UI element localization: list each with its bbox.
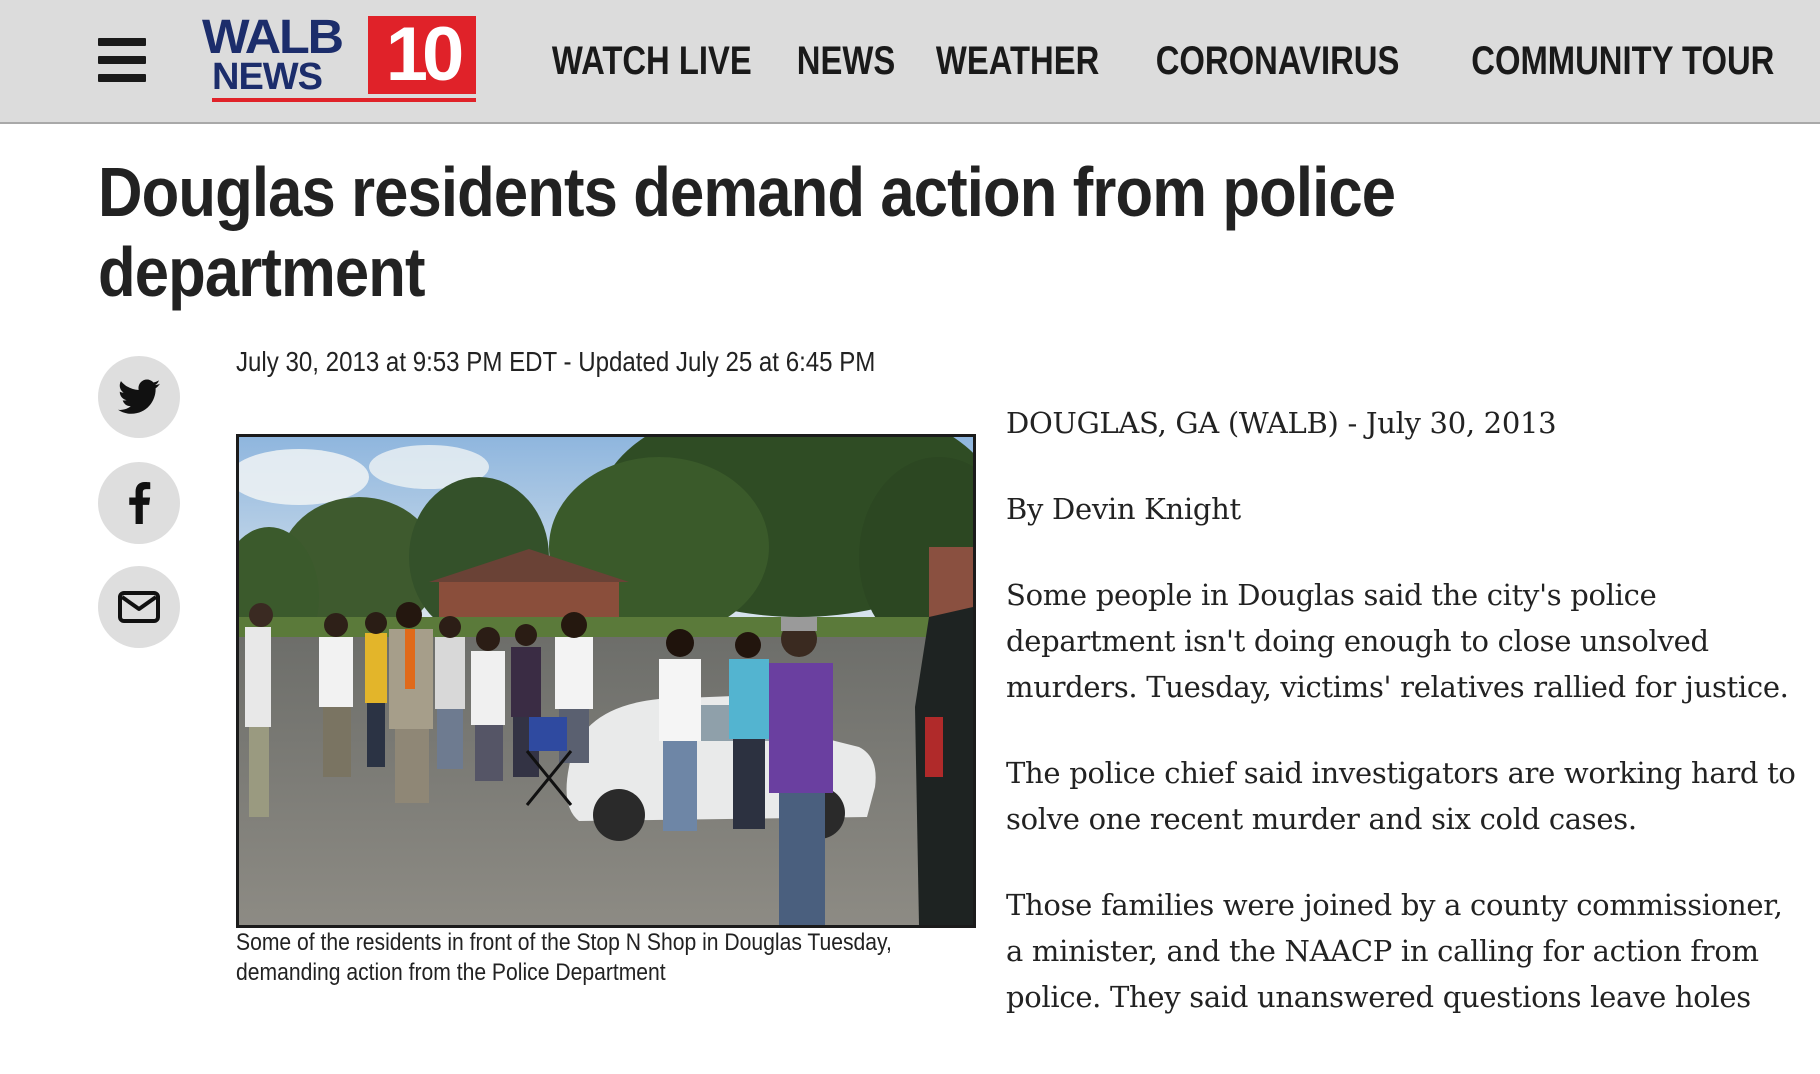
- logo-walb-text: WALB: [202, 11, 344, 64]
- article-dateline: DOUGLAS, GA (WALB) - July 30, 2013: [1006, 406, 1557, 440]
- twitter-icon: [118, 379, 160, 414]
- logo-channel-number: 10: [368, 16, 476, 94]
- article-headline: Douglas residents demand action from pol…: [98, 152, 1458, 312]
- share-facebook-button[interactable]: [98, 462, 180, 544]
- headline-text: Douglas residents demand action from pol…: [98, 153, 1396, 311]
- photo-caption: Some of the residents in front of the St…: [236, 929, 892, 986]
- logo-news-text: NEWS: [212, 56, 323, 98]
- walb-news-10-logo[interactable]: WALB NEWS 10: [200, 14, 480, 104]
- facebook-icon: [129, 482, 151, 524]
- logo-wordmark: WALB NEWS: [200, 14, 370, 102]
- article-paragraph: The police chief said investigators are …: [1006, 756, 1796, 836]
- article-body: DOUGLAS, GA (WALB) - July 30, 2013 By De…: [1006, 400, 1796, 1060]
- nav-watch-live[interactable]: WATCH LIVE: [552, 36, 752, 86]
- main-nav: WATCH LIVE NEWS WEATHER CORONAVIRUS COMM…: [544, 36, 1794, 86]
- nav-community-tour[interactable]: COMMUNITY TOUR: [1472, 36, 1775, 86]
- nav-weather[interactable]: WEATHER: [936, 36, 1099, 86]
- share-twitter-button[interactable]: [98, 356, 180, 438]
- article-paragraph: Some people in Douglas said the city's p…: [1006, 578, 1789, 704]
- article-timestamp: July 30, 2013 at 9:53 PM EDT - Updated J…: [236, 346, 876, 377]
- logo-underline: [212, 98, 476, 102]
- share-email-button[interactable]: [98, 566, 180, 648]
- email-icon: [118, 591, 160, 623]
- article-paragraph: Those families were joined by a county c…: [1006, 888, 1783, 1014]
- hamburger-menu-icon[interactable]: [98, 38, 146, 82]
- site-header: WALB NEWS 10 WATCH LIVE NEWS WEATHER COR…: [0, 0, 1820, 124]
- article-photo[interactable]: [236, 434, 976, 928]
- article-byline: By Devin Knight: [1006, 492, 1241, 526]
- nav-news[interactable]: NEWS: [797, 36, 895, 86]
- nav-coronavirus[interactable]: CORONAVIRUS: [1156, 36, 1400, 86]
- residents-rally-photo: [239, 437, 973, 925]
